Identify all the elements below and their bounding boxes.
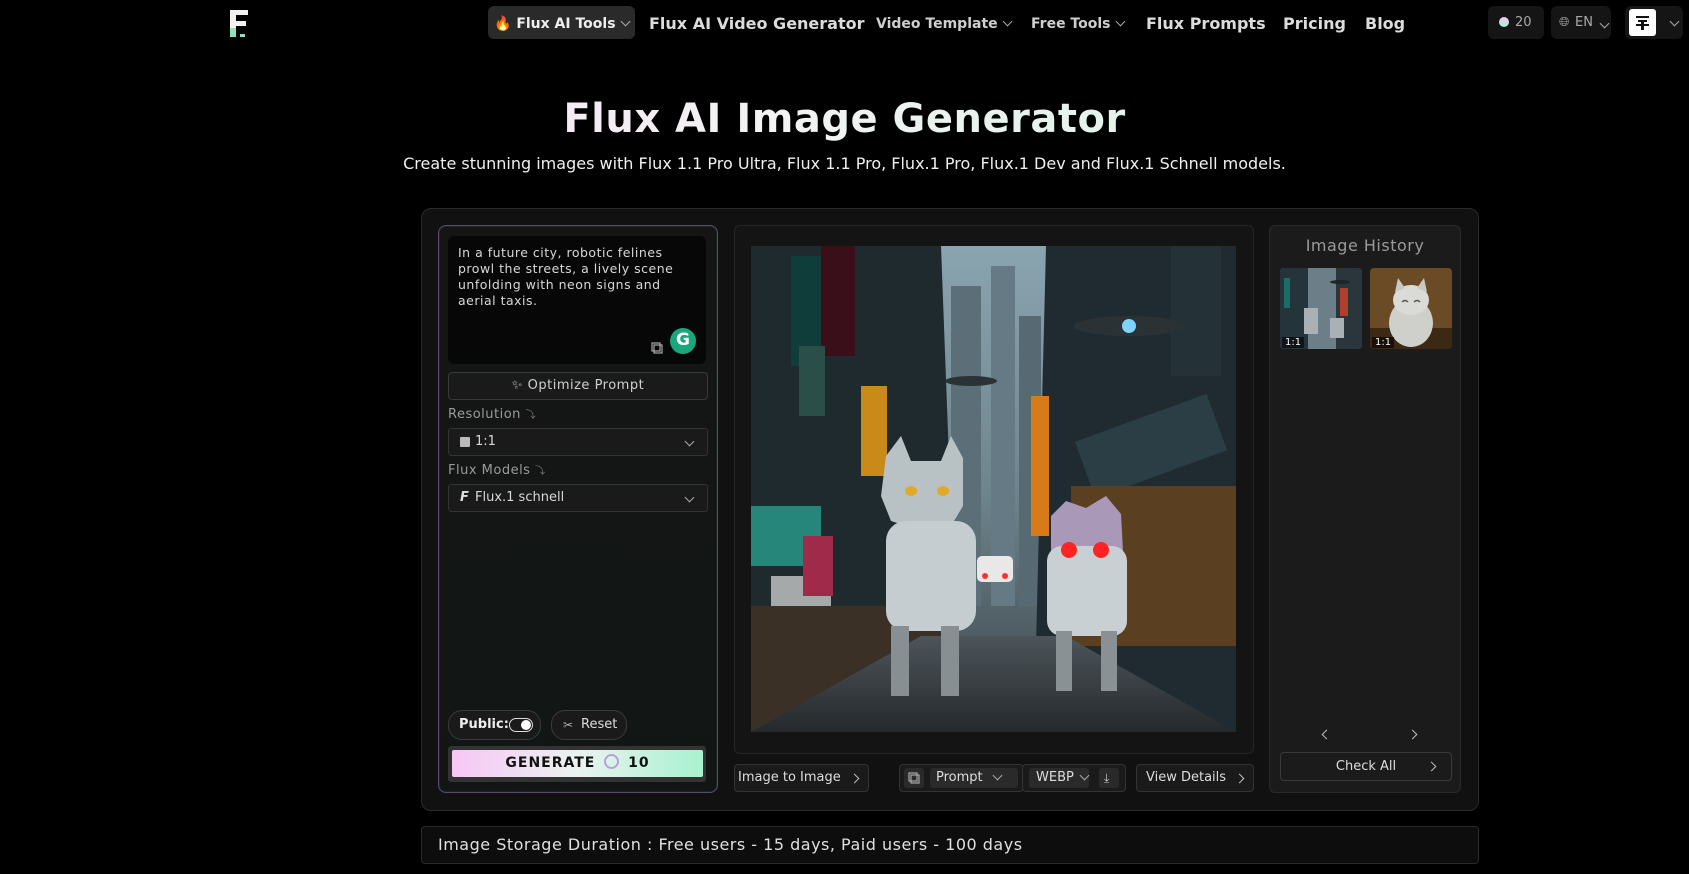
page-subtitle: Create stunning images with Flux 1.1 Pro…: [403, 154, 1286, 173]
grammarly-icon[interactable]: G: [670, 328, 696, 354]
download-button[interactable]: ⤓: [1099, 768, 1119, 788]
nav-video-template[interactable]: Video Template: [876, 12, 1013, 36]
nav-blog[interactable]: Blog: [1365, 12, 1405, 36]
chevron-down-icon: [1599, 18, 1610, 29]
public-toggle[interactable]: [509, 718, 533, 732]
globe-icon: 🌐︎: [1559, 15, 1570, 30]
copy-prompt-button[interactable]: [904, 768, 924, 788]
reset-button[interactable]: ✂︎ Reset: [551, 710, 627, 740]
chevron-down-icon: [684, 436, 695, 447]
broom-icon: ✂︎: [563, 718, 574, 732]
fire-icon: 🔥: [494, 16, 512, 32]
copy-icon: [908, 772, 920, 784]
chevron-down-icon: [992, 770, 1003, 781]
sparkle-icon: ✨︎: [511, 378, 523, 393]
history-thumbnail[interactable]: 1:1: [1370, 268, 1452, 349]
format-actions-group: WEBP ⤓: [1022, 764, 1126, 792]
flux-logo-icon: F: [460, 490, 469, 505]
site-logo[interactable]: [226, 6, 256, 40]
image-to-image-button[interactable]: Image to Image: [734, 764, 869, 792]
nav-free-tools[interactable]: Free Tools: [1031, 12, 1125, 36]
chevron-down-icon: [1115, 16, 1125, 27]
nav-flux-ai-tools[interactable]: 🔥 Flux AI Tools: [494, 12, 630, 36]
storage-duration-note: Image Storage Duration : Free users - 15…: [421, 826, 1479, 864]
credit-coin-icon: [604, 754, 620, 769]
model-select[interactable]: F Flux.1 schnell: [448, 484, 708, 512]
chevron-right-icon: [1407, 729, 1418, 740]
square-ratio-icon: [460, 437, 470, 447]
view-details-button[interactable]: View Details: [1136, 764, 1254, 792]
chevron-right-icon: [1234, 773, 1245, 784]
copy-icon[interactable]: [650, 340, 664, 359]
resolution-label: Resolution ⤵: [448, 407, 537, 422]
language-selector[interactable]: 🌐︎ EN: [1551, 6, 1611, 39]
download-icon: ⤓: [1104, 771, 1110, 785]
prompt-text: In a future city, robotic felines prowl …: [458, 245, 674, 308]
generated-image[interactable]: [751, 246, 1236, 732]
format-dropdown[interactable]: WEBP: [1029, 768, 1090, 788]
generate-button[interactable]: GENERATE 10: [452, 750, 703, 777]
chevron-down-icon: [1079, 770, 1090, 781]
chevron-down-icon: [684, 492, 695, 503]
credit-coin-icon: [1499, 17, 1509, 27]
history-next-button[interactable]: [1406, 726, 1422, 742]
nav-flux-prompts[interactable]: Flux Prompts: [1146, 12, 1266, 36]
nav-video-generator[interactable]: Flux AI Video Generator: [649, 12, 865, 36]
nav-pricing[interactable]: Pricing: [1283, 12, 1346, 36]
chevron-down-icon: [620, 16, 630, 27]
image-history-title: Image History: [1305, 236, 1425, 255]
optimize-prompt-button[interactable]: ✨︎ Optimize Prompt: [448, 372, 708, 400]
check-all-button[interactable]: Check All: [1280, 752, 1452, 781]
credits-badge[interactable]: 20: [1488, 6, 1544, 39]
resolution-select[interactable]: 1:1: [448, 428, 708, 456]
info-icon: ⤵: [535, 466, 546, 477]
chevron-right-icon: [849, 773, 860, 784]
history-prev-button[interactable]: [1318, 726, 1334, 742]
prompt-actions-group: Prompt: [899, 764, 1024, 792]
page-title: Flux AI Image Generator: [0, 96, 1689, 142]
public-toggle-group: Public:: [448, 710, 541, 740]
info-icon: ⤵: [525, 410, 537, 421]
history-thumbnail[interactable]: 1:1: [1280, 268, 1362, 349]
user-menu[interactable]: [1625, 6, 1683, 39]
chevron-right-icon: [1426, 761, 1437, 772]
prompt-dropdown[interactable]: Prompt: [930, 768, 1018, 788]
avatar-icon: [1636, 16, 1649, 30]
chevron-left-icon: [1321, 729, 1332, 740]
chevron-down-icon: [1002, 16, 1013, 27]
avatar: [1629, 9, 1656, 36]
flux-models-label: Flux Models ⤵: [448, 463, 546, 478]
chevron-down-icon: [1669, 16, 1680, 27]
